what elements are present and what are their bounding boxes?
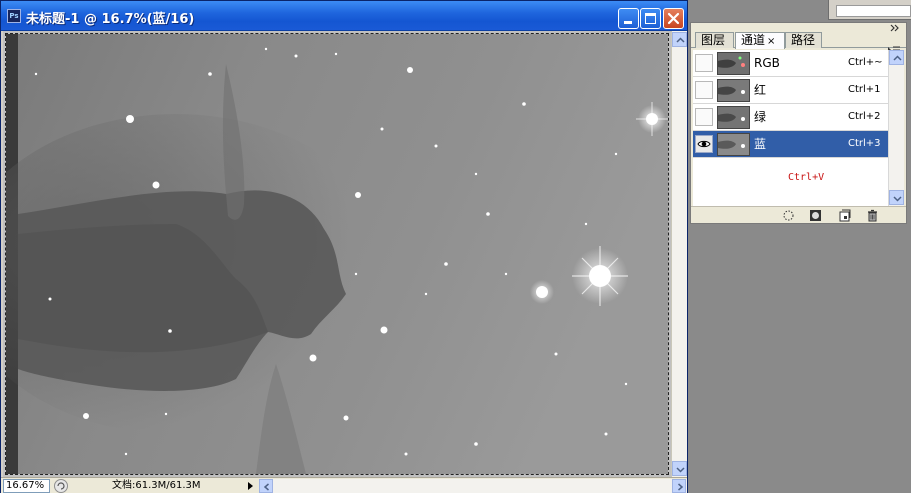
thumbnail-image	[718, 134, 749, 155]
document-title-bar[interactable]: Ps 未标题-1 @ 16.7%(蓝/16)	[1, 1, 687, 31]
background-panel-field	[836, 5, 911, 17]
load-selection-button[interactable]	[782, 209, 795, 222]
eye-icon	[697, 140, 711, 148]
thumbnail-image	[718, 107, 749, 128]
tab-channels[interactable]: 通道 ×	[735, 32, 785, 49]
status-info-icon[interactable]	[54, 479, 68, 493]
delete-channel-icon	[868, 209, 877, 222]
close-button[interactable]	[663, 8, 684, 29]
chevron-up-icon	[893, 55, 902, 61]
photoshop-icon: Ps	[7, 9, 21, 23]
nebula-image	[6, 34, 668, 474]
minimize-button[interactable]	[618, 8, 639, 29]
maximize-icon	[645, 13, 656, 24]
scroll-right-button[interactable]	[672, 479, 686, 493]
thumbnail-image	[718, 80, 749, 101]
close-icon	[667, 12, 680, 25]
document-info: 文档:61.3M/61.3M	[112, 480, 201, 491]
document-title: 未标题-1 @ 16.7%(蓝/16)	[26, 12, 195, 27]
tab-layers-label: 图层	[701, 33, 726, 47]
tab-paths-label: 路径	[791, 33, 816, 47]
status-bar: 16.67% 文档:61.3M/61.3M	[1, 477, 687, 493]
channel-row-red[interactable]: 红 Ctrl+1	[693, 77, 888, 104]
new-channel-button[interactable]	[838, 209, 851, 222]
channel-list-scrollbar[interactable]	[888, 50, 904, 206]
channel-shortcut: Ctrl+3	[848, 138, 881, 149]
list-scroll-up-button[interactable]	[889, 50, 904, 65]
channel-list: RGB Ctrl+~ 红 Ctrl+1 绿 Ctrl+2 蓝 Ctrl+3 Ct…	[693, 50, 888, 206]
save-selection-button[interactable]	[809, 209, 822, 222]
document-vertical-scrollbar[interactable]	[671, 31, 687, 477]
canvas-area	[3, 31, 671, 477]
document-window: Ps 未标题-1 @ 16.7%(蓝/16) 16.67% 文档:61.3M/6…	[0, 0, 688, 493]
channel-shortcut: Ctrl+1	[848, 84, 881, 95]
channel-name: RGB	[754, 56, 780, 70]
channel-thumbnail	[717, 52, 750, 75]
channels-palette: 图层 通道 × 路径 RGB Ctrl+~ 红 Ctrl+1 绿 Ctrl+2 …	[690, 22, 907, 224]
channel-row-blue[interactable]: 蓝 Ctrl+3	[693, 131, 888, 158]
rotate-icon	[57, 482, 65, 490]
visibility-toggle[interactable]	[695, 81, 713, 99]
channel-thumbnail	[717, 79, 750, 102]
shortcut-annotation: Ctrl+V	[788, 172, 825, 183]
tab-close-icon[interactable]: ×	[767, 36, 775, 47]
chevron-up-icon	[676, 37, 685, 43]
channel-shortcut: Ctrl+~	[848, 57, 883, 68]
chevron-left-icon	[263, 483, 269, 491]
maximize-button[interactable]	[640, 8, 661, 29]
image-canvas[interactable]	[5, 33, 669, 475]
delete-channel-button[interactable]	[866, 209, 879, 222]
status-menu-button[interactable]	[244, 479, 257, 493]
scroll-down-button[interactable]	[672, 461, 687, 476]
chevron-down-icon	[676, 467, 685, 473]
channel-thumbnail	[717, 133, 750, 156]
channel-name: 绿	[754, 110, 767, 124]
channel-name: 蓝	[754, 137, 767, 151]
chevron-right-icon	[678, 483, 684, 491]
minimize-icon	[624, 21, 632, 24]
visibility-toggle[interactable]	[695, 108, 713, 126]
channel-name: 红	[754, 83, 767, 97]
thumbnail-image	[718, 53, 749, 74]
save-selection-icon	[810, 210, 821, 221]
visibility-toggle[interactable]	[695, 54, 713, 72]
zoom-field[interactable]: 16.67%	[3, 479, 50, 493]
palette-footer	[691, 206, 906, 223]
channel-row-rgb[interactable]: RGB Ctrl+~	[693, 50, 888, 77]
load-selection-icon	[783, 210, 794, 221]
visibility-toggle[interactable]	[695, 135, 713, 153]
document-horizontal-scrollbar[interactable]	[259, 479, 687, 493]
list-scroll-down-button[interactable]	[889, 190, 904, 205]
tab-paths[interactable]: 路径	[785, 32, 822, 48]
tab-channels-label: 通道	[741, 33, 766, 47]
triangle-right-icon	[248, 482, 253, 490]
chevron-down-icon	[893, 196, 902, 202]
tab-layers[interactable]: 图层	[695, 32, 734, 48]
palette-tabs: 图层 通道 × 路径	[691, 32, 906, 54]
channel-shortcut: Ctrl+2	[848, 111, 881, 122]
new-channel-icon	[839, 209, 851, 222]
scroll-left-button[interactable]	[259, 479, 273, 493]
channel-thumbnail	[717, 106, 750, 129]
channel-row-green[interactable]: 绿 Ctrl+2	[693, 104, 888, 131]
scroll-up-button[interactable]	[672, 32, 687, 47]
